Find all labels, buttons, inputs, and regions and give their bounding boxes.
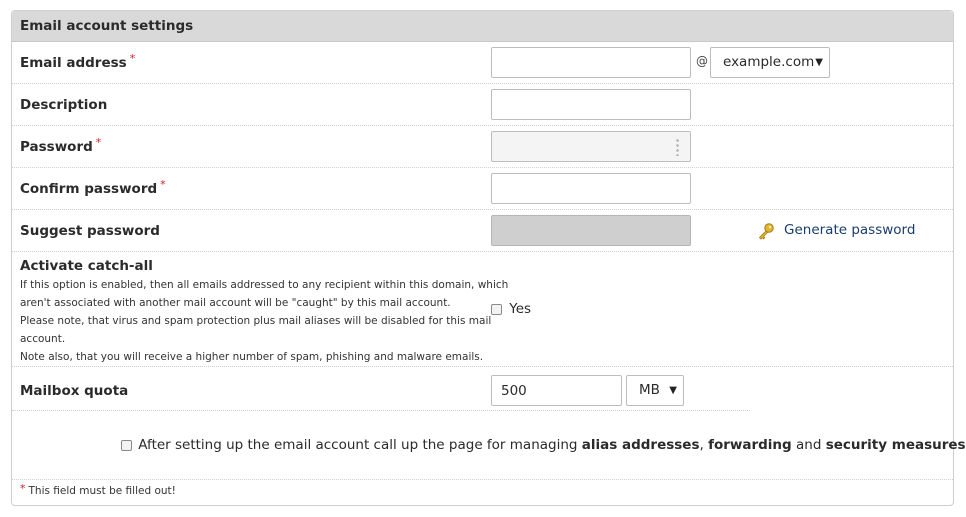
required-field-note-text: This field must be filled out! — [28, 485, 176, 497]
quota-unit-value: MB — [639, 382, 660, 398]
row-description: Description — [12, 84, 953, 126]
row-confirm-password: Confirm password * — [12, 168, 953, 210]
confirm-password-input[interactable] — [491, 173, 691, 204]
description-label: Description — [20, 97, 108, 113]
catch-all-help: If this option is enabled, then all emai… — [20, 276, 508, 366]
required-marker: * — [129, 52, 136, 65]
alias-addresses-text: alias addresses — [581, 437, 700, 453]
after-setup-text: After setting up the email account call … — [138, 437, 582, 453]
catch-all-yes-label[interactable]: Yes — [509, 301, 531, 317]
at-sign: @ — [696, 54, 708, 68]
row-suggest-password: Suggest password Generate password — [12, 210, 953, 252]
chevron-down-icon: ▼ — [815, 57, 823, 68]
description-input[interactable] — [491, 89, 691, 120]
after-setup-option[interactable]: After setting up the email account call … — [121, 437, 966, 453]
email-settings-panel: Email account settings Email address * @ … — [11, 10, 966, 506]
catch-all-help-line: aren't associated with another mail acco… — [20, 297, 451, 309]
row-catch-all: Activate catch-all If this option is ena… — [12, 252, 953, 367]
suggest-password-label: Suggest password — [20, 223, 160, 239]
panel-title: Email account settings — [12, 11, 953, 42]
quota-unit-select[interactable]: MB ▼ — [626, 375, 684, 406]
domain-select[interactable]: example.com ▼ — [710, 47, 830, 78]
required-field-note: * This field must be filled out! — [20, 482, 176, 498]
required-marker: * — [20, 482, 26, 495]
email-address-label: Email address — [20, 55, 127, 71]
catch-all-help-line: If this option is enabled, then all emai… — [20, 279, 509, 291]
domain-select-value: example.com — [723, 54, 815, 70]
password-manager-icon[interactable] — [676, 138, 679, 156]
after-setup-separator: and — [791, 437, 826, 453]
password-input[interactable] — [491, 131, 691, 162]
catch-all-option[interactable]: Yes — [491, 301, 531, 317]
mailbox-quota-label: Mailbox quota — [20, 383, 129, 399]
catch-all-label: Activate catch-all — [20, 258, 153, 274]
catch-all-checkbox[interactable] — [491, 303, 502, 315]
security-measures-text: security measures — [825, 437, 966, 453]
generate-password-link[interactable]: Generate password — [784, 222, 915, 238]
mailbox-quota-input[interactable] — [491, 375, 622, 406]
required-marker: * — [160, 178, 166, 191]
catch-all-help-line: Note also, that you will receive a highe… — [20, 351, 484, 363]
after-setup-checkbox[interactable] — [121, 439, 132, 451]
suggested-password-field — [491, 215, 691, 246]
confirm-password-label: Confirm password — [20, 181, 158, 197]
forwarding-text: forwarding — [708, 437, 792, 453]
after-setup-separator: , — [699, 437, 709, 453]
catch-all-help-line: Please note, that virus and spam protect… — [20, 315, 492, 327]
email-local-part-input[interactable] — [491, 47, 691, 78]
catch-all-help-line: account. — [20, 333, 66, 345]
key-icon[interactable] — [757, 222, 775, 240]
chevron-down-icon: ▼ — [669, 385, 677, 396]
row-after-setup: After setting up the email account call … — [12, 411, 966, 480]
password-label: Password — [20, 139, 93, 155]
row-mailbox-quota: Mailbox quota MB ▼ — [12, 367, 953, 411]
row-email-address: Email address * @ example.com ▼ — [12, 42, 953, 84]
required-marker: * — [95, 136, 102, 149]
row-password: Password * — [12, 126, 953, 168]
